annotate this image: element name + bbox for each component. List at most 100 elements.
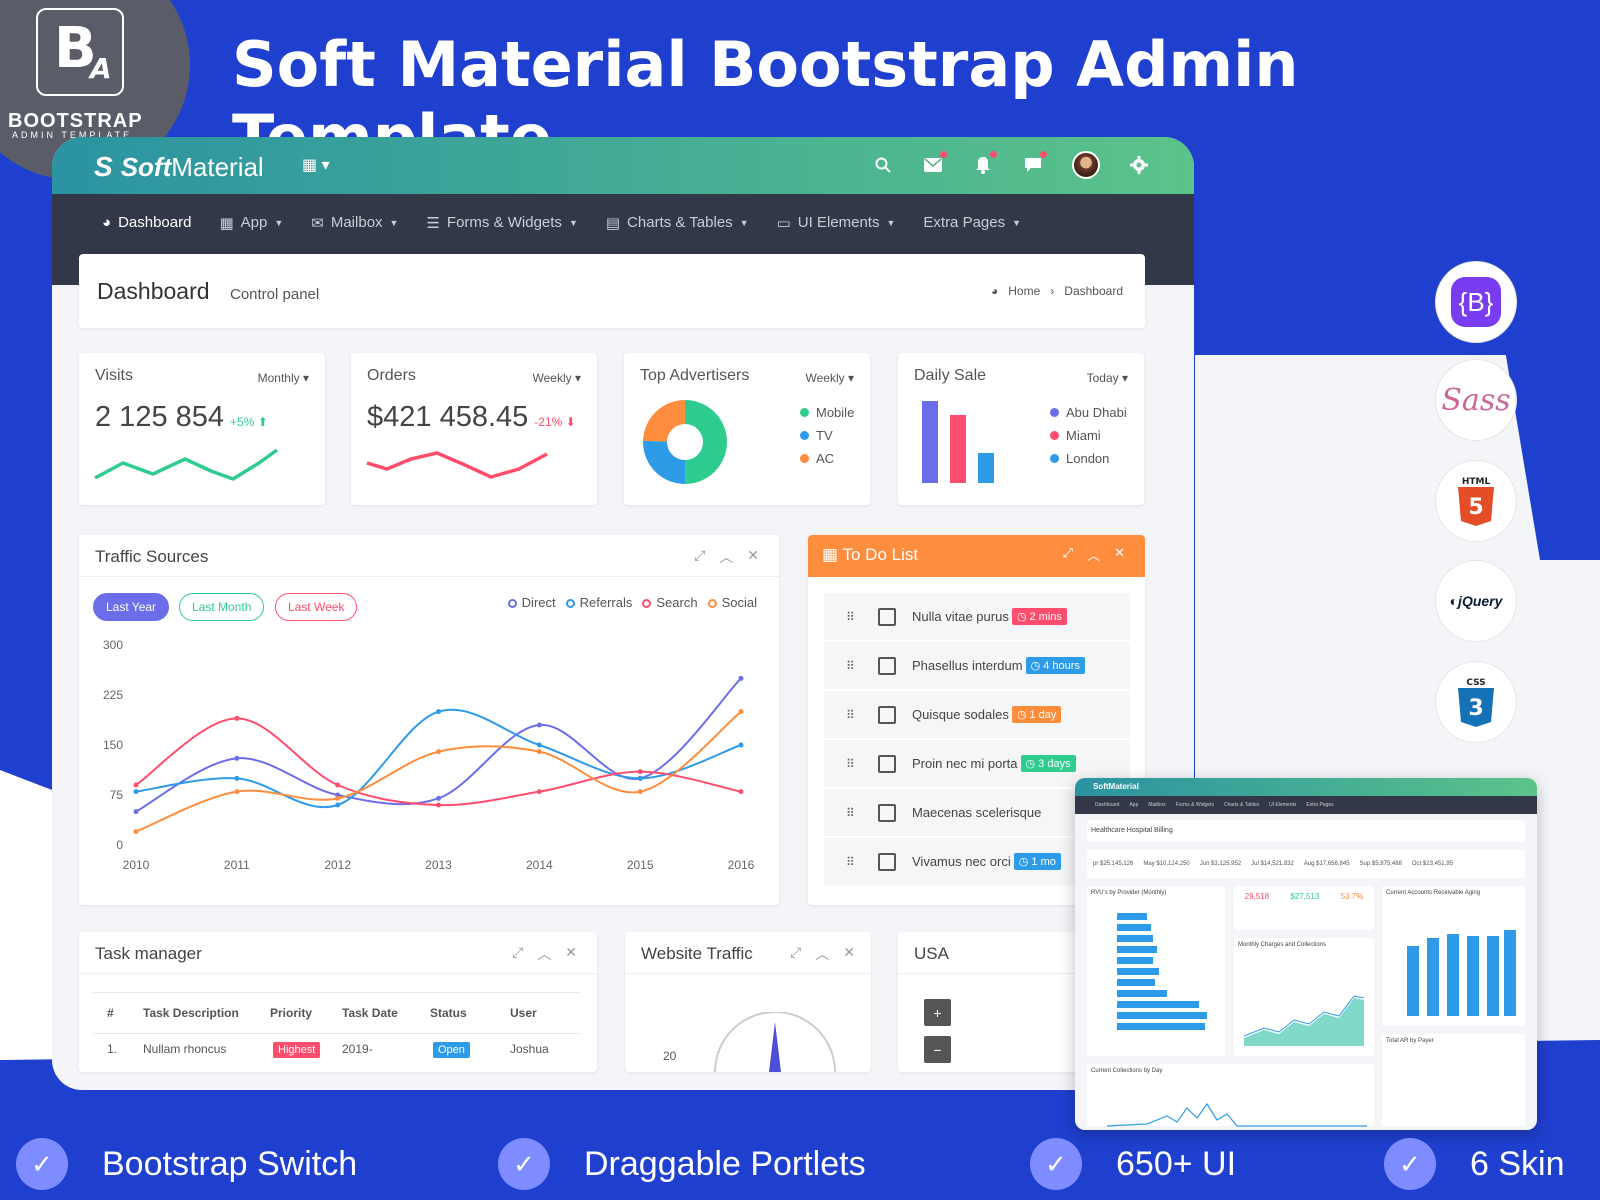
todo-text: Phasellus interdum <box>912 658 1023 673</box>
orders-change: -21% ⬇ <box>534 415 576 429</box>
feature-bar: ✓ Bootstrap Switch ✓ Draggable Portlets ✓ 6… <box>0 1138 1600 1200</box>
mail-icon[interactable] <box>922 151 947 177</box>
advertisers-period-dropdown[interactable]: Weekly ▾ <box>806 371 854 385</box>
preview-navbar: Dashboard App Mailbox Forms & Widgets Ch… <box>1075 796 1537 814</box>
preview-card: Current Collections by Day <box>1087 1064 1374 1127</box>
portlet-tools: ⤢ ︿ ✕ <box>512 944 577 964</box>
orders-card: Orders Weekly ▾ $421 458.45 -21% ⬇ <box>351 353 597 505</box>
gear-icon[interactable] <box>1128 153 1150 177</box>
pill-last-month[interactable]: Last Month <box>179 593 265 621</box>
todo-checkbox[interactable] <box>878 852 896 871</box>
gauge-tick-label: 20 <box>663 1049 677 1063</box>
close-icon[interactable]: ✕ <box>1114 545 1125 564</box>
nav-charts-label: Charts & Tables <box>627 214 733 231</box>
expand-icon[interactable]: ⤢ <box>1063 545 1073 564</box>
chevron-down-icon: ▼ <box>389 217 399 228</box>
nav-app-label: App <box>240 214 268 231</box>
nav-app[interactable]: ▦ App ▼ <box>219 214 283 232</box>
todo-checkbox[interactable] <box>878 656 896 675</box>
drag-handle-icon[interactable]: ⠿ <box>846 659 878 673</box>
todo-time-badge: ◷ 3 days <box>1020 755 1076 772</box>
task-manager-title: Task manager <box>95 944 202 963</box>
close-icon[interactable]: ✕ <box>747 547 759 567</box>
user-avatar[interactable] <box>1072 151 1100 179</box>
daily-sale-period-dropdown[interactable]: Today ▾ <box>1087 371 1128 385</box>
data-point <box>436 749 441 755</box>
x-tick-label: 2015 <box>627 858 654 872</box>
chevron-down-icon: ▼ <box>274 217 284 228</box>
grid-icon: ▦ <box>219 214 234 232</box>
nav-mailbox[interactable]: ✉ Mailbox ▼ <box>311 214 398 232</box>
nav-forms-widgets[interactable]: ☰ Forms & Widgets ▼ <box>426 214 577 232</box>
collapse-icon[interactable]: ︿ <box>719 547 733 567</box>
drag-handle-icon[interactable]: ⠿ <box>846 806 878 820</box>
pill-last-week[interactable]: Last Week <box>275 593 358 621</box>
drag-handle-icon[interactable]: ⠿ <box>846 757 878 771</box>
legend-item: TV <box>800 428 854 443</box>
preview-nav-item: Dashboard <box>1095 802 1120 808</box>
chat-icon[interactable] <box>1022 151 1047 177</box>
zoom-in-button[interactable]: + <box>924 999 951 1026</box>
todo-checkbox[interactable] <box>878 607 896 626</box>
brand-logo: B A <box>36 8 124 96</box>
collapse-icon[interactable]: ︿ <box>537 944 551 964</box>
todo-time-badge: ◷ 1 mo <box>1013 853 1061 870</box>
home-icon: ◕ <box>991 284 999 298</box>
collapse-icon[interactable]: ︿ <box>1087 545 1100 564</box>
close-icon[interactable]: ✕ <box>565 944 577 964</box>
drag-handle-icon[interactable]: ⠿ <box>846 610 878 624</box>
preview-nav-item: Mailbox <box>1148 802 1166 808</box>
collapse-icon[interactable]: ︿ <box>815 944 829 964</box>
todo-item[interactable]: ⠿ Phasellus interdum ◷ 4 hours <box>824 642 1130 689</box>
traffic-sources-card: Traffic Sources ⤢ ︿ ✕ Last Year Last Mon… <box>79 535 779 905</box>
y-tick-label: 0 <box>116 838 123 852</box>
todo-checkbox[interactable] <box>878 803 896 822</box>
y-tick-label: 300 <box>103 638 123 652</box>
legend-item: AC <box>800 451 854 466</box>
todo-checkbox[interactable] <box>878 754 896 773</box>
todo-item[interactable]: ⠿ Quisque sodales ◷ 1 day <box>824 691 1130 738</box>
css3-logo: CSS 3 <box>1436 662 1516 742</box>
close-icon[interactable]: ✕ <box>843 944 855 964</box>
website-traffic-card: Website Traffic ⤢ ︿ ✕ 20 <box>625 932 871 1072</box>
todo-checkbox[interactable] <box>878 705 896 724</box>
task-manager-card: Task manager ⤢ ︿ ✕ # Task Description Pr… <box>79 932 597 1072</box>
preview-title: Healthcare Hospital Billing <box>1091 827 1173 834</box>
todo-item[interactable]: ⠿ Nulla vitae purus ◷ 2 mins <box>824 593 1130 640</box>
breadcrumb-home[interactable]: Home <box>1008 284 1040 298</box>
preview-logo: SoftMaterial <box>1093 782 1139 791</box>
drag-handle-icon[interactable]: ⠿ <box>846 708 878 722</box>
apps-grid-icon[interactable]: ▦ ▾ <box>302 155 330 175</box>
nav-charts-tables[interactable]: ▤ Charts & Tables ▼ <box>606 214 749 232</box>
page-title: Dashboard <box>97 278 210 304</box>
todo-text: Vivamus nec orci <box>912 854 1011 869</box>
daily-sale-legend: Abu Dhabi Miami London <box>1050 405 1127 474</box>
orders-period-dropdown[interactable]: Weekly ▾ <box>533 371 581 385</box>
visits-sparkline <box>94 448 279 481</box>
dashboard-icon: ◕ <box>102 214 112 231</box>
expand-icon[interactable]: ⤢ <box>512 944 523 964</box>
pill-last-year[interactable]: Last Year <box>93 593 170 621</box>
data-point <box>335 795 341 801</box>
legend-social: Social <box>707 595 757 610</box>
app-logo[interactable]: S SoftMaterial <box>94 151 264 183</box>
expand-icon[interactable]: ⤢ <box>694 547 705 567</box>
data-point <box>637 769 643 775</box>
nav-ui-elements[interactable]: ▭ UI Elements ▼ <box>777 214 896 232</box>
nav-extra-pages[interactable]: Extra Pages ▼ <box>923 214 1021 231</box>
chat-notification-dot <box>1040 151 1047 158</box>
visits-period-dropdown[interactable]: Monthly ▾ <box>258 371 309 385</box>
todo-text: Quisque sodales <box>912 707 1009 722</box>
data-point <box>436 802 441 808</box>
bell-icon[interactable] <box>972 151 997 177</box>
col-description: Task Description <box>143 1006 239 1020</box>
zoom-out-button[interactable]: − <box>924 1036 951 1063</box>
expand-icon[interactable]: ⤢ <box>790 944 801 964</box>
html5-logo: HTML 5 <box>1436 461 1516 541</box>
drag-handle-icon[interactable]: ⠿ <box>846 855 878 869</box>
visits-title: Visits <box>95 367 133 384</box>
search-icon[interactable] <box>872 153 894 177</box>
advertisers-legend: Mobile TV AC <box>800 405 854 474</box>
nav-dashboard[interactable]: ◕ Dashboard <box>102 214 191 231</box>
cell-number: 1. <box>107 1042 118 1056</box>
